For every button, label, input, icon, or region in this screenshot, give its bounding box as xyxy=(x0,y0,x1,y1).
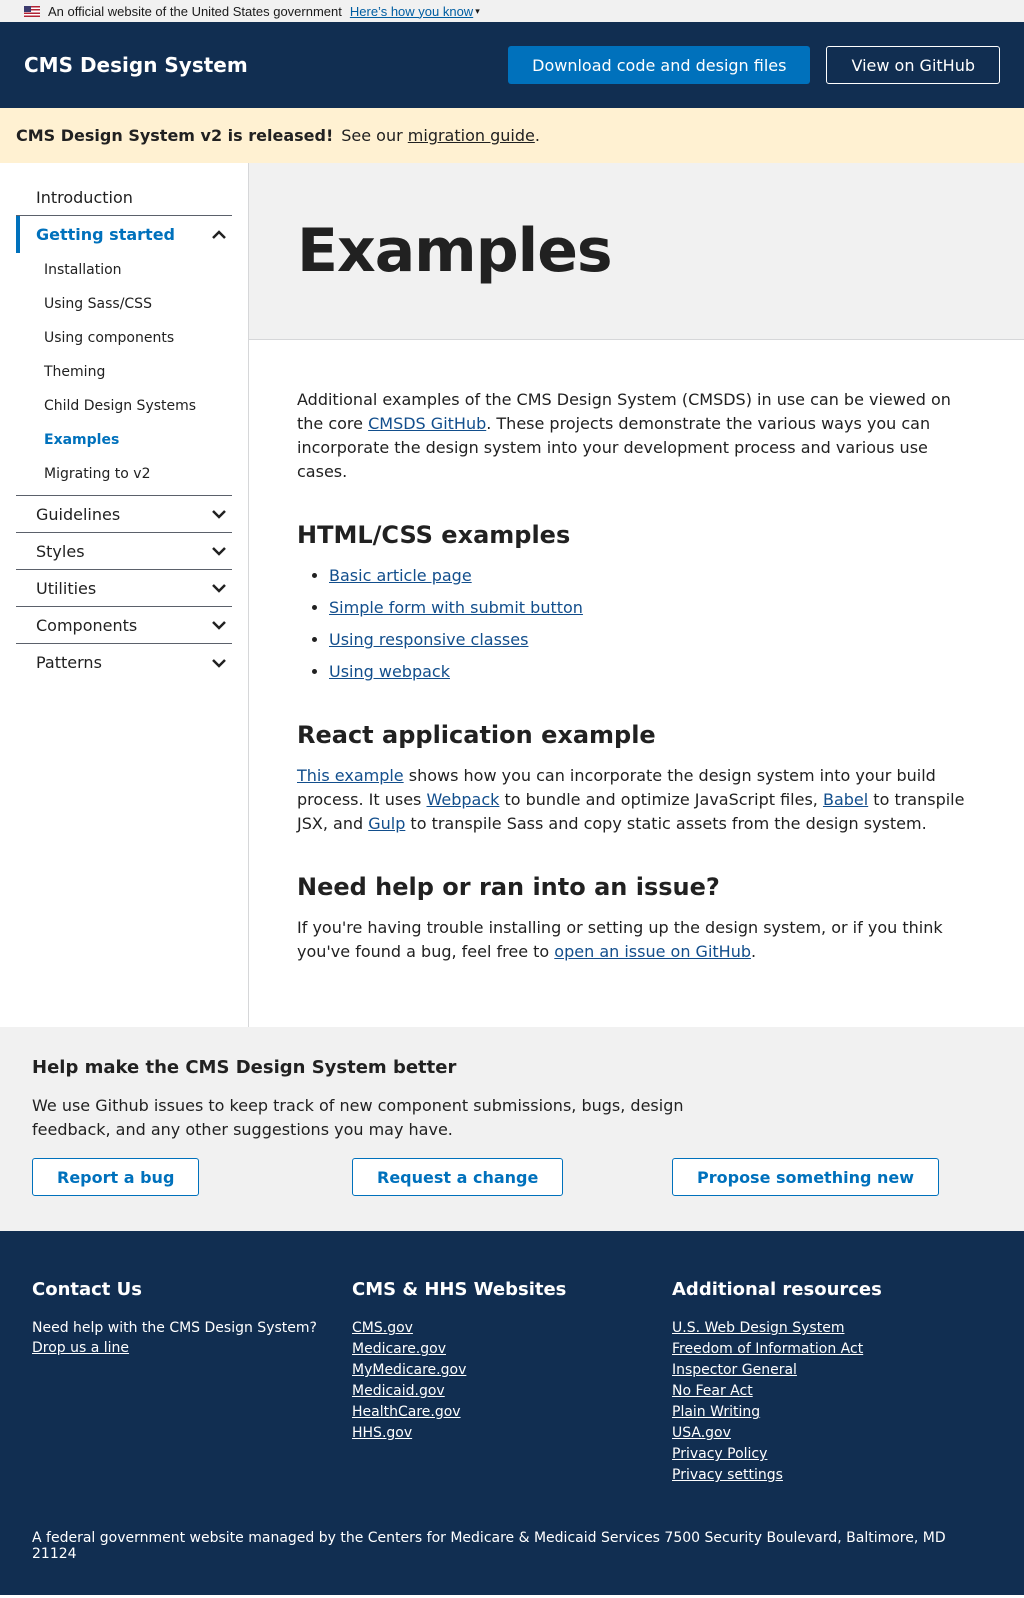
chevron-down-icon[interactable]: ▾ xyxy=(475,6,480,17)
page-title: Examples xyxy=(297,216,613,286)
how-you-know-link[interactable]: Here’s how you know xyxy=(350,4,473,19)
chevron-down-icon xyxy=(212,584,226,593)
babel-link[interactable]: Babel xyxy=(823,790,868,809)
medicare-gov-link[interactable]: Medicare.gov xyxy=(352,1339,672,1360)
github-button[interactable]: View on GitHub xyxy=(826,46,1000,84)
download-button[interactable]: Download code and design files xyxy=(508,46,811,84)
alert-heading: CMS Design System v2 is released! xyxy=(16,126,334,145)
sidebar-item-getting-started[interactable]: Getting started xyxy=(16,216,232,253)
inspector-general-link[interactable]: Inspector General xyxy=(672,1360,992,1381)
site-header: CMS Design System Download code and desi… xyxy=(0,22,1024,108)
no-fear-act-link[interactable]: No Fear Act xyxy=(672,1381,992,1402)
list-item: Using responsive classes xyxy=(329,628,976,652)
simple-form-link[interactable]: Simple form with submit button xyxy=(329,598,583,617)
help-paragraph: If you're having trouble installing or s… xyxy=(297,918,943,961)
site-title[interactable]: CMS Design System xyxy=(24,53,248,77)
footer-resources: Additional resources U.S. Web Design Sys… xyxy=(672,1279,992,1486)
cmsds-github-link[interactable]: CMSDS GitHub xyxy=(368,414,486,433)
uswds-link[interactable]: U.S. Web Design System xyxy=(672,1318,992,1339)
chevron-down-icon xyxy=(212,621,226,630)
gov-banner-text: An official website of the United States… xyxy=(48,3,342,19)
gov-banner: An official website of the United States… xyxy=(0,0,1024,22)
migration-guide-link[interactable]: migration guide xyxy=(408,126,535,145)
usa-gov-link[interactable]: USA.gov xyxy=(672,1423,992,1444)
sidebar-subitem-using-components[interactable]: Using components xyxy=(16,321,232,355)
medicaid-gov-link[interactable]: Medicaid.gov xyxy=(352,1381,672,1402)
sidebar-item-guidelines[interactable]: Guidelines xyxy=(16,496,232,533)
help-heading: Need help or ran into an issue? xyxy=(297,873,720,901)
chevron-down-icon xyxy=(212,547,226,556)
footer-contact: Contact Us Need help with the CMS Design… xyxy=(32,1279,352,1486)
feedback-heading: Help make the CMS Design System better xyxy=(32,1057,457,1078)
mymedicare-gov-link[interactable]: MyMedicare.gov xyxy=(352,1360,672,1381)
websites-heading: CMS & HHS Websites xyxy=(352,1279,567,1300)
page-hero: Examples xyxy=(249,163,1024,340)
hhs-gov-link[interactable]: HHS.gov xyxy=(352,1423,672,1444)
sidebar-subitem-migrating[interactable]: Migrating to v2 xyxy=(16,457,232,491)
html-css-heading: HTML/CSS examples xyxy=(297,521,571,549)
basic-article-link[interactable]: Basic article page xyxy=(329,566,472,585)
sidebar-item-patterns[interactable]: Patterns xyxy=(16,644,232,681)
plain-writing-link[interactable]: Plain Writing xyxy=(672,1402,992,1423)
gulp-link[interactable]: Gulp xyxy=(368,814,405,833)
sidebar-subitem-child-design-systems[interactable]: Child Design Systems xyxy=(16,389,232,423)
resources-heading: Additional resources xyxy=(672,1279,882,1300)
intro-paragraph: Additional examples of the CMS Design Sy… xyxy=(297,390,951,481)
report-bug-button[interactable]: Report a bug xyxy=(32,1158,200,1196)
chevron-down-icon xyxy=(212,658,226,668)
sidebar-item-utilities[interactable]: Utilities xyxy=(16,570,232,607)
sidebar-item-styles[interactable]: Styles xyxy=(16,533,232,570)
foia-link[interactable]: Freedom of Information Act xyxy=(672,1339,992,1360)
header-actions: Download code and design files View on G… xyxy=(508,46,1000,84)
privacy-settings-link[interactable]: Privacy settings xyxy=(672,1465,992,1486)
page-layout: Introduction Getting started Installatio… xyxy=(0,163,1024,1027)
react-heading: React application example xyxy=(297,721,656,749)
footer-address: A federal government website managed by … xyxy=(32,1530,946,1562)
sidebar-nav: Introduction Getting started Installatio… xyxy=(0,163,249,1027)
alert-text: See our xyxy=(341,126,403,145)
propose-new-button[interactable]: Propose something new xyxy=(672,1158,939,1196)
html-css-list: Basic article page Simple form with subm… xyxy=(329,564,976,684)
drop-us-a-line-link[interactable]: Drop us a line xyxy=(32,1338,352,1359)
sidebar-subitem-installation[interactable]: Installation xyxy=(16,253,232,287)
cms-gov-link[interactable]: CMS.gov xyxy=(352,1318,672,1339)
list-item: Using webpack xyxy=(329,660,976,684)
sidebar-subitem-examples[interactable]: Examples xyxy=(16,423,232,457)
open-issue-link[interactable]: open an issue on GitHub xyxy=(554,942,751,961)
site-footer: Contact Us Need help with the CMS Design… xyxy=(0,1231,1024,1595)
us-flag-icon xyxy=(24,5,40,17)
react-paragraph: This example shows how you can incorpora… xyxy=(297,766,965,833)
footer-websites: CMS & HHS Websites CMS.gov Medicare.gov … xyxy=(352,1279,672,1486)
chevron-down-icon xyxy=(212,510,226,519)
release-alert: CMS Design System v2 is released! See ou… xyxy=(0,108,1024,163)
sidebar-item-components[interactable]: Components xyxy=(16,607,232,644)
main-content: Examples Additional examples of the CMS … xyxy=(249,163,1024,1027)
feedback-buttons: Report a bug Request a change Propose so… xyxy=(32,1158,992,1196)
sidebar-item-introduction[interactable]: Introduction xyxy=(16,179,232,216)
privacy-policy-link[interactable]: Privacy Policy xyxy=(672,1444,992,1465)
feedback-section: Help make the CMS Design System better W… xyxy=(0,1027,1024,1231)
request-change-button[interactable]: Request a change xyxy=(352,1158,564,1196)
list-item: Basic article page xyxy=(329,564,976,588)
sidebar-subitem-using-sass[interactable]: Using Sass/CSS xyxy=(16,287,232,321)
chevron-up-icon xyxy=(212,229,226,239)
feedback-text: We use Github issues to keep track of ne… xyxy=(32,1096,684,1139)
healthcare-gov-link[interactable]: HealthCare.gov xyxy=(352,1402,672,1423)
responsive-classes-link[interactable]: Using responsive classes xyxy=(329,630,528,649)
contact-heading: Contact Us xyxy=(32,1279,143,1300)
article-body: Additional examples of the CMS Design Sy… xyxy=(249,340,1024,1024)
list-item: Simple form with submit button xyxy=(329,596,976,620)
getting-started-subnav: Installation Using Sass/CSS Using compon… xyxy=(16,253,232,496)
webpack-link[interactable]: Webpack xyxy=(426,790,499,809)
contact-text: Need help with the CMS Design System? xyxy=(32,1320,317,1336)
sidebar-subitem-theming[interactable]: Theming xyxy=(16,355,232,389)
this-example-link[interactable]: This example xyxy=(297,766,404,785)
using-webpack-link[interactable]: Using webpack xyxy=(329,662,450,681)
